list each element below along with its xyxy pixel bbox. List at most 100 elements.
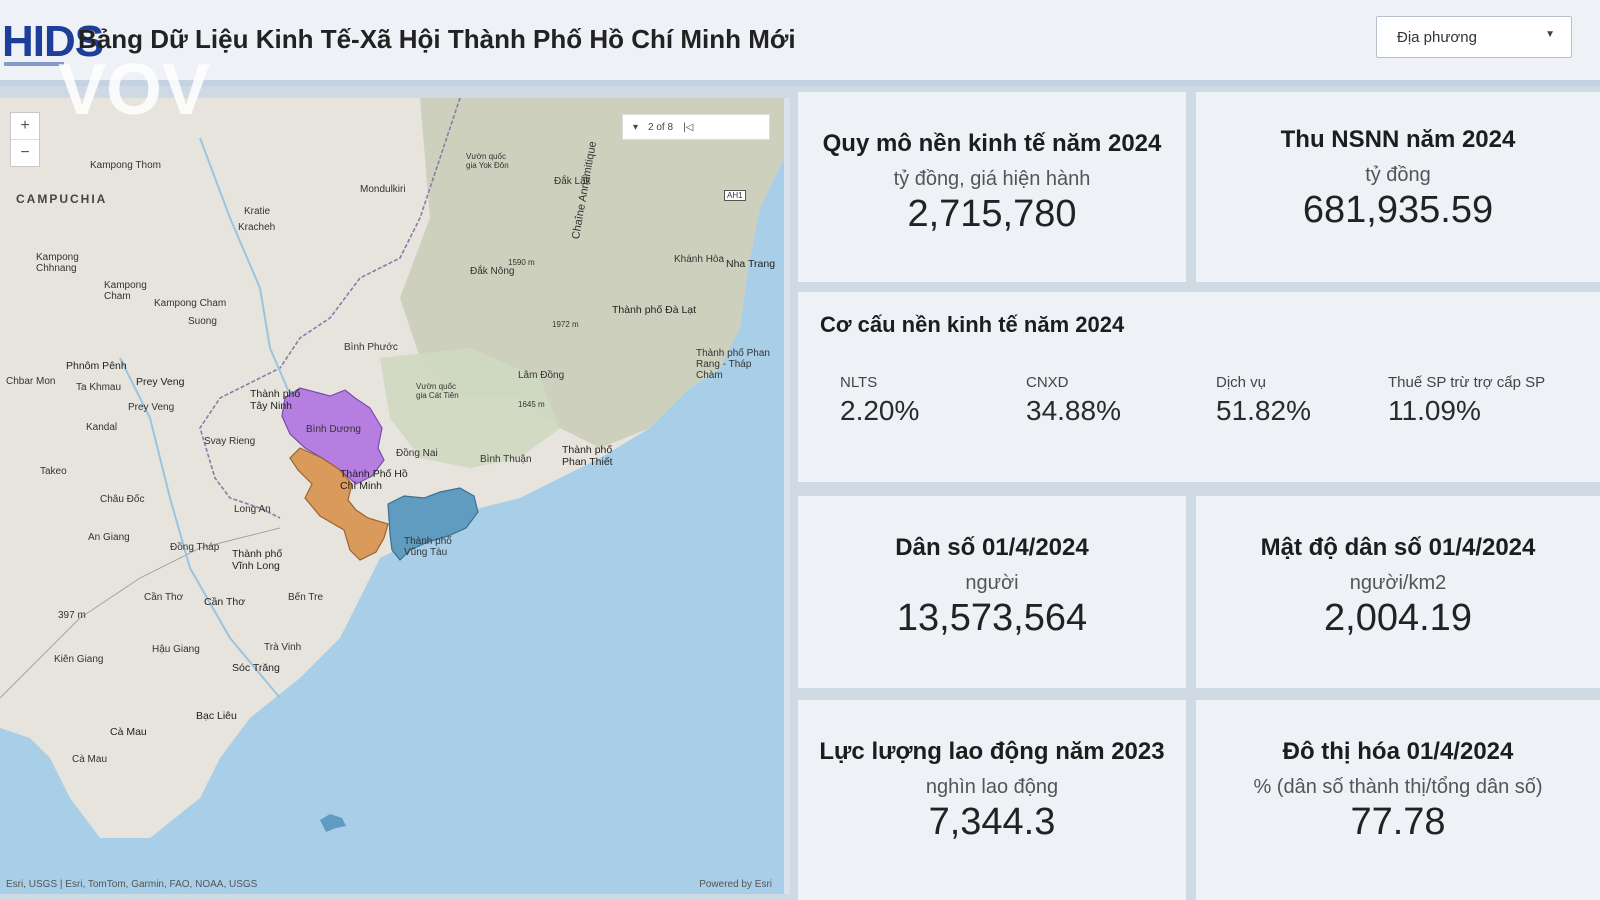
map-label: Kiên Giang	[54, 654, 104, 665]
card-title: Quy mô nền kinh tế năm 2024	[822, 130, 1162, 157]
map-label: CAMPUCHIA	[16, 192, 108, 206]
structure-label: NLTS	[840, 374, 878, 391]
map-label: Prey Veng	[128, 402, 175, 413]
card-title: Mật độ dân số 01/4/2024	[1260, 534, 1536, 561]
map-label: Thành phố Vũng Tàu	[404, 536, 452, 558]
map-label: Đồng Nai	[396, 448, 438, 459]
map-label: Nha Trang	[726, 258, 776, 270]
structure-item-nlts: NLTS 2.20%	[840, 374, 919, 427]
map-label: Vườn quốc gia Yok Đôn	[466, 152, 509, 170]
map-label: An Giang	[88, 532, 130, 543]
map-label: Châu Đốc	[100, 494, 145, 505]
map-label: Kampong Thom	[90, 160, 161, 171]
map-label: Cần Thơ	[144, 592, 184, 603]
card-value: 13,573,564	[896, 597, 1088, 639]
map-label: Kracheh	[238, 222, 276, 233]
map-label: Kampong Cham	[104, 280, 147, 302]
map-label: 1972 m	[552, 320, 579, 329]
structure-value: 2.20%	[840, 395, 920, 426]
structure-value: 34.88%	[1026, 395, 1121, 426]
urbanization-card: Đô thị hóa 01/4/2024 % (dân số thành thị…	[1196, 700, 1600, 900]
map-label: Hậu Giang	[152, 644, 200, 655]
highway-badge: AH1	[724, 190, 746, 201]
card-unit: người	[965, 572, 1019, 594]
map-label: Sóc Trăng	[232, 662, 280, 674]
map-panel[interactable]: + − ▾ 2 of 8 |◁ Kampong Thom CAMPUCHIA M…	[0, 98, 790, 894]
map-label: Lâm Đồng	[518, 370, 565, 381]
map-label: Bình Dương	[306, 424, 361, 435]
map-label: 397 m	[58, 610, 86, 621]
card-value: 7,344.3	[928, 801, 1056, 843]
region-dropdown-value: Địa phương	[1397, 28, 1477, 46]
map-label: Bến Tre	[288, 592, 324, 603]
map-label: Thành phố Vĩnh Long	[232, 548, 283, 572]
map-label: Long An	[234, 504, 271, 515]
map-label: 1645 m	[518, 400, 545, 409]
card-unit: tỷ đồng, giá hiện hành	[893, 168, 1091, 190]
card-value: 681,935.59	[1302, 189, 1494, 231]
vov-watermark: VOV	[58, 50, 210, 130]
map-label: Đắk Nông	[470, 266, 515, 277]
map-label: Mondulkiri	[360, 184, 406, 195]
map-label: Prey Veng	[136, 376, 185, 388]
card-title: Đô thị hóa 01/4/2024	[1282, 738, 1514, 765]
card-unit: % (dân số thành thị/tổng dân số)	[1253, 776, 1543, 798]
map-label: Bạc Liêu	[196, 710, 237, 722]
structure-title: Cơ cấu nền kinh tế năm 2024	[820, 312, 1125, 337]
map-label: Phnôm Pênh	[66, 360, 127, 372]
map-label: Kandal	[86, 422, 118, 433]
pager-count: 2 of 8	[648, 121, 674, 133]
map-label: Trà Vinh	[264, 642, 302, 653]
region-dropdown[interactable]: Địa phương ▼	[1376, 16, 1572, 58]
gdp-card: Quy mô nền kinh tế năm 2024 tỷ đồng, giá…	[798, 92, 1186, 282]
map-label: Thành Phố Hồ Chí Minh	[340, 468, 408, 492]
card-value: 77.78	[1350, 801, 1446, 843]
map-label: Svay Rieng	[204, 436, 256, 447]
map-label: Takeo	[40, 466, 67, 477]
zoom-in-button[interactable]: +	[11, 113, 39, 139]
pager-first-icon[interactable]: |◁	[683, 122, 693, 133]
density-card: Mật độ dân số 01/4/2024 người/km2 2,004.…	[1196, 496, 1600, 688]
card-unit: nghìn lao động	[925, 776, 1059, 798]
card-unit: tỷ đồng	[1365, 164, 1431, 186]
zoom-out-button[interactable]: −	[11, 139, 39, 166]
budget-card: Thu NSNN năm 2024 tỷ đồng 681,935.59	[1196, 92, 1600, 282]
structure-value: 11.09%	[1388, 395, 1481, 426]
map-label: Thành phố Phan Thiết	[562, 444, 613, 468]
zoom-control: + −	[10, 112, 40, 167]
card-unit: người/km2	[1349, 572, 1447, 594]
card-title: Lực lượng lao động năm 2023	[819, 738, 1165, 765]
card-title: Thu NSNN năm 2024	[1280, 126, 1516, 153]
map-label: Cà Mau	[110, 726, 147, 738]
structure-value: 51.82%	[1216, 395, 1311, 426]
card-value: 2,004.19	[1324, 597, 1472, 639]
map-attribution: Esri, USGS | Esri, TomTom, Garmin, FAO, …	[6, 879, 258, 890]
map-label: 1590 m	[508, 258, 535, 267]
card-value: 2,715,780	[907, 193, 1077, 235]
structure-item-thue: Thuế SP trừ trợ cấp SP 11.09%	[1388, 374, 1545, 427]
map-label: Chbar Mon	[6, 376, 56, 387]
map-label: Khánh Hòa	[674, 254, 725, 265]
chevron-down-icon: ▼	[1545, 29, 1555, 40]
feature-pager: ▾ 2 of 8 |◁	[622, 114, 770, 140]
con-dao-island	[320, 814, 346, 832]
pager-dropdown-icon[interactable]: ▾	[633, 122, 638, 133]
map-label: Đồng Tháp	[170, 542, 220, 553]
esri-credit: Powered by Esri	[699, 879, 772, 890]
map-label: Thành phố Tây Ninh	[250, 388, 301, 412]
map-label: Thành phố Đà Lạt	[612, 304, 697, 316]
map-label: Thành phố Phan Rang - Tháp Chàm	[696, 348, 770, 381]
structure-item-dich-vu: Dịch vụ 51.82%	[1216, 374, 1311, 427]
structure-item-cnxd: CNXD 34.88%	[1026, 374, 1121, 427]
map-label: Kratie	[244, 206, 271, 217]
population-card: Dân số 01/4/2024 người 13,573,564	[798, 496, 1186, 688]
map-label: Kampong Cham	[154, 298, 227, 309]
map-label: Cà Mau	[72, 754, 108, 765]
logo-underline	[4, 62, 64, 66]
economic-structure-card: Cơ cấu nền kinh tế năm 2024 NLTS 2.20% C…	[798, 292, 1600, 482]
card-title: Dân số 01/4/2024	[895, 534, 1089, 561]
map-label: Suong	[188, 316, 217, 327]
map-label: Bình Phước	[344, 342, 398, 353]
watermark-text: VOV	[58, 50, 210, 130]
labor-card: Lực lượng lao động năm 2023 nghìn lao độ…	[798, 700, 1186, 900]
